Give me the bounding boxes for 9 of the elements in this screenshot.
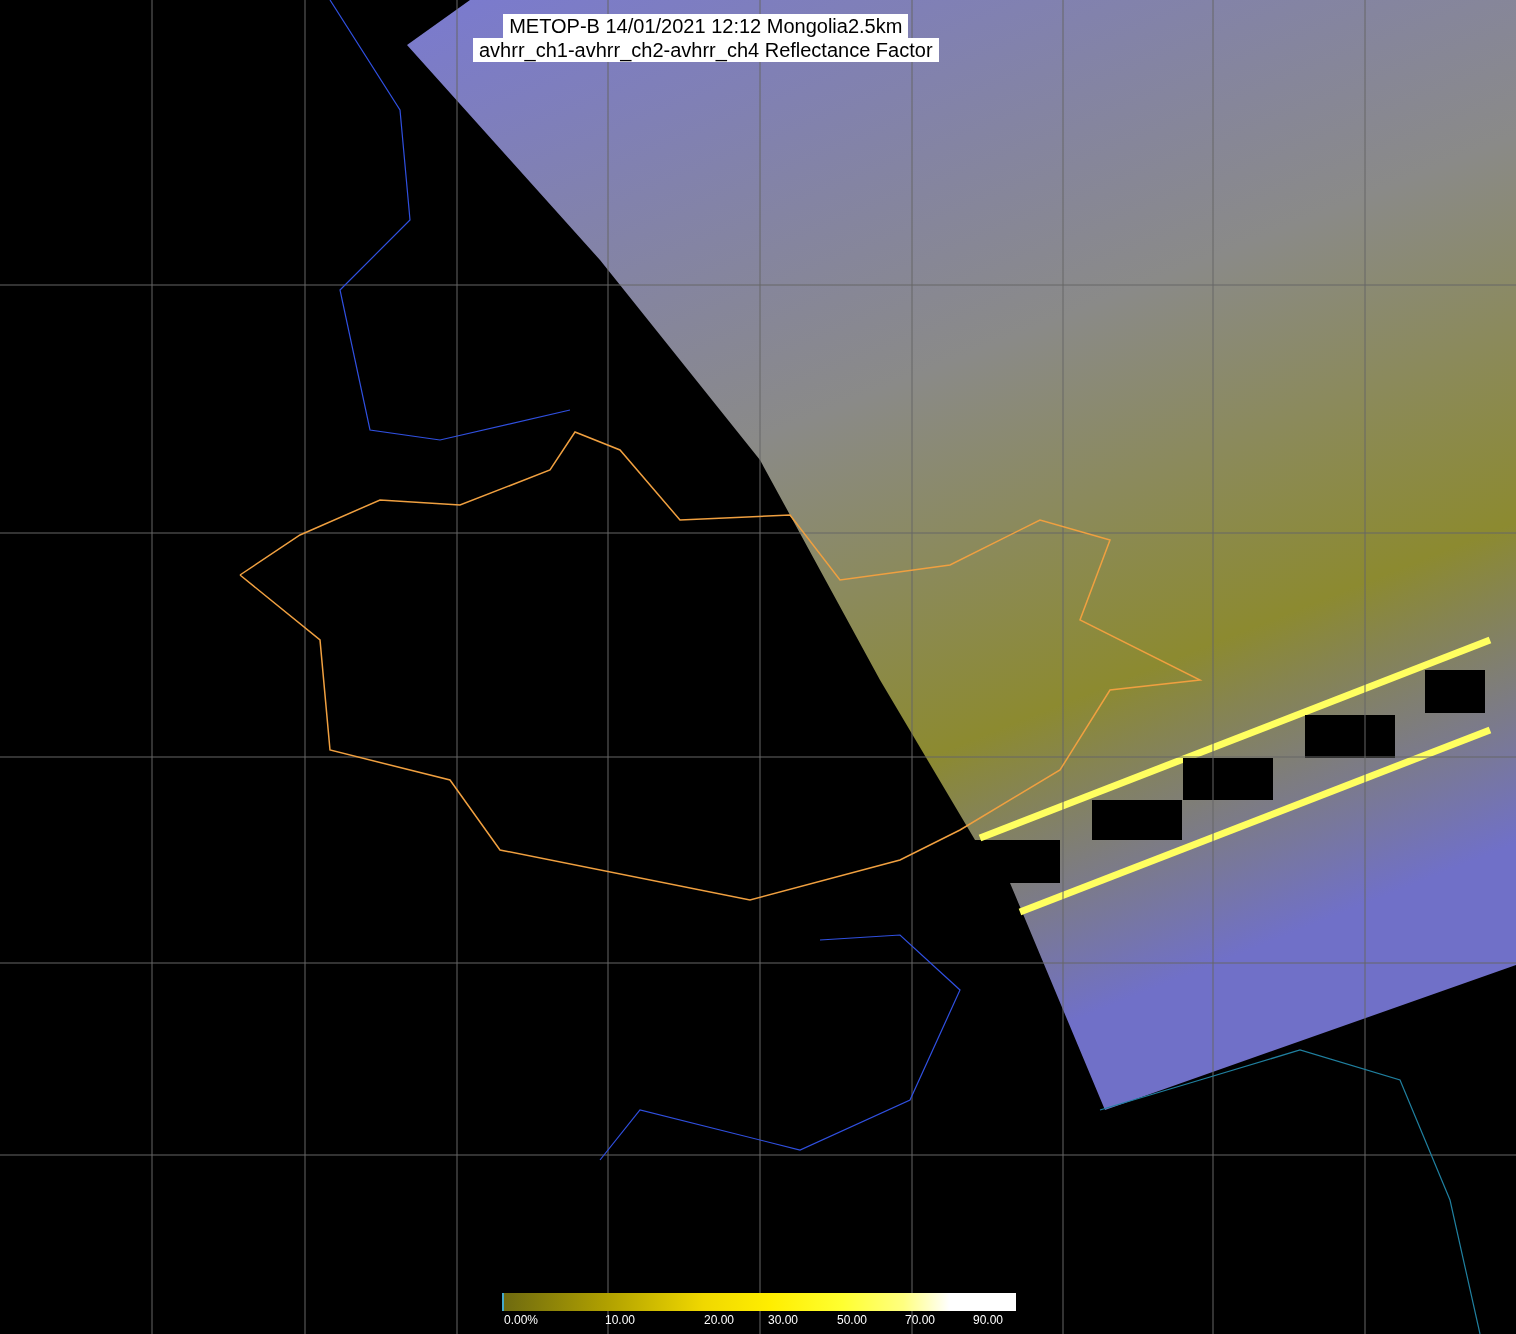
colorbar-tick-label: 0.00% — [504, 1313, 539, 1327]
colorbar-tick-label: 50.00 — [837, 1313, 868, 1327]
map-title: METOP-B 14/01/2021 12:12 Mongolia2.5km — [503, 14, 909, 38]
colorbar-tick-label: 90.00 — [973, 1313, 1004, 1327]
colorbar-tick-label: 20.00 — [704, 1313, 735, 1327]
colorbar-tick-label: 30.00 — [768, 1313, 799, 1327]
map-subtitle: avhrr_ch1-avhrr_ch2-avhrr_ch4 Reflectance Factor — [473, 38, 939, 62]
colorbar-tick-label: 10.00 — [605, 1313, 636, 1327]
colorbar-tick-label: 70.00 — [905, 1313, 936, 1327]
